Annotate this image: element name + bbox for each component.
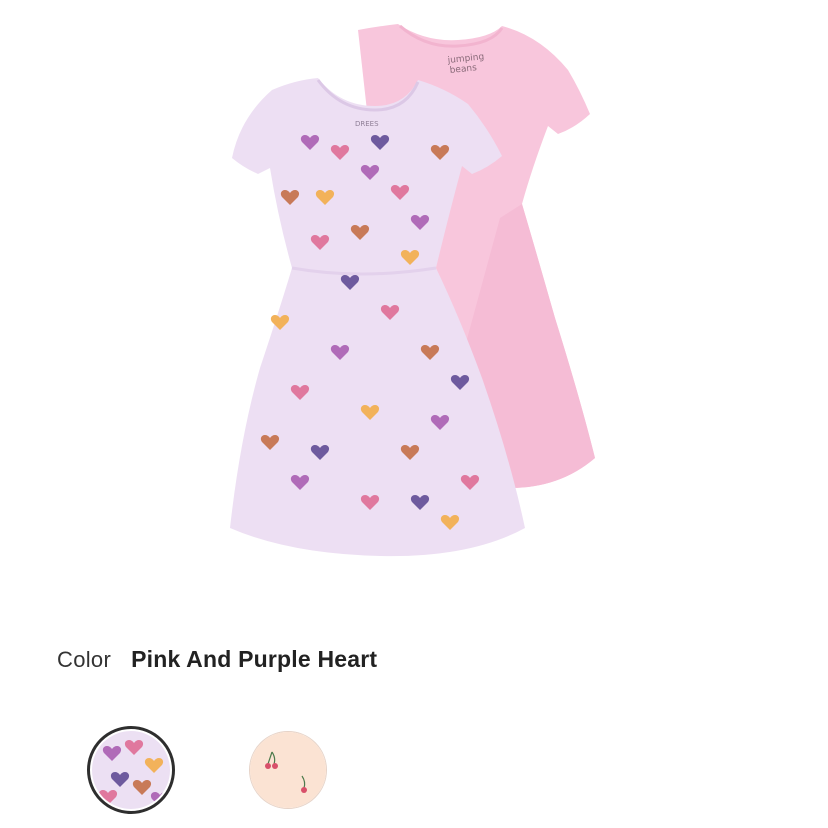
- selected-color-name: Pink And Purple Heart: [131, 646, 378, 672]
- swatch-pink-and-purple-heart[interactable]: [92, 731, 170, 809]
- svg-text:DREES: DREES: [355, 120, 379, 128]
- color-selector-heading: Color Pink And Purple Heart: [57, 646, 377, 680]
- heart-print-swatch-image: [92, 731, 170, 809]
- dress-illustration: jumping beans DREES: [230, 24, 595, 557]
- product-image: jumping beans DREES: [210, 18, 630, 568]
- swatch-cherry[interactable]: [249, 731, 327, 809]
- color-label: Color: [57, 647, 112, 672]
- cherry-print-swatch-image: [250, 732, 326, 808]
